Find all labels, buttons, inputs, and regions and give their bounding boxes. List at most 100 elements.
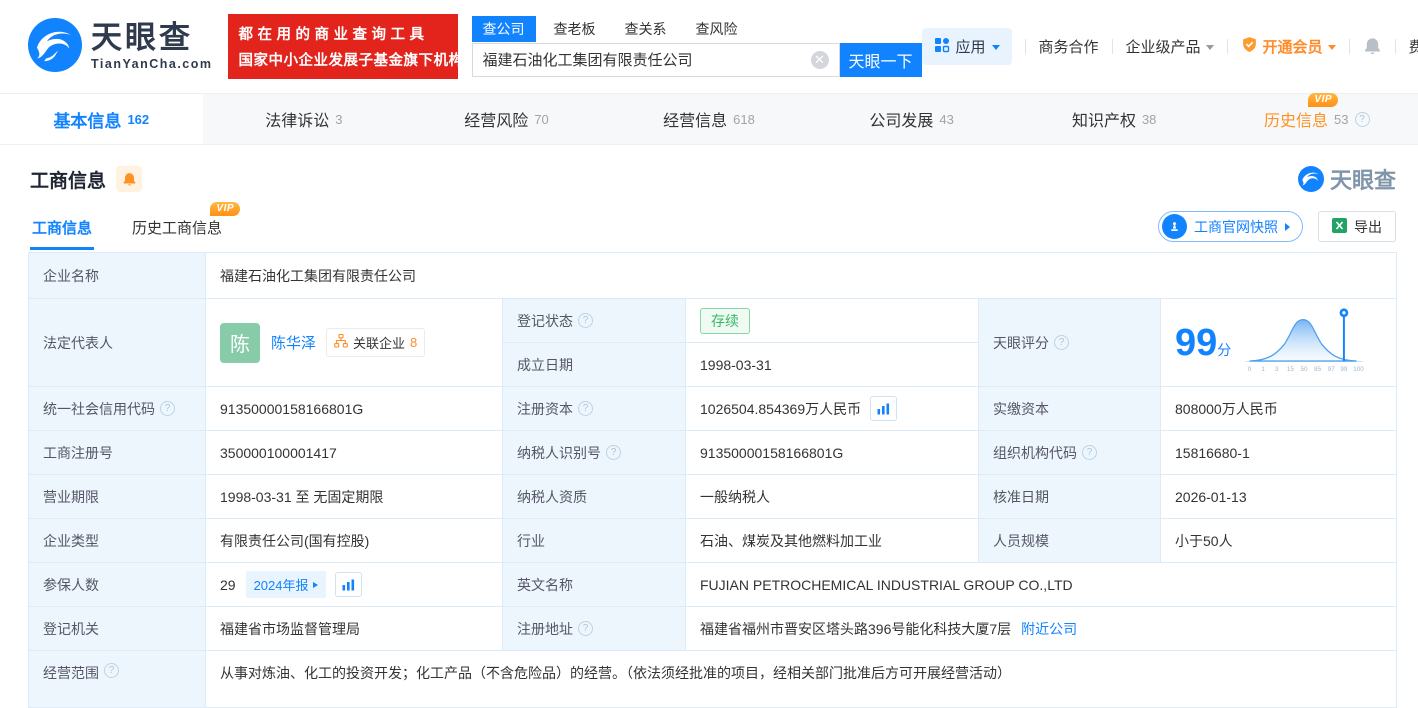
establish-date-value: 1998-03-31: [686, 343, 979, 387]
stamp-icon: [1162, 214, 1187, 239]
svg-text:3: 3: [1275, 366, 1279, 373]
establish-date-label: 成立日期: [503, 343, 686, 387]
notification-bell-icon[interactable]: [1363, 37, 1382, 56]
search-tabs: 查公司 查老板 查关系 查风险: [472, 17, 922, 42]
official-snapshot-button[interactable]: 工商官网快照: [1158, 211, 1303, 242]
reg-status-label: 登记状态?: [503, 299, 686, 343]
top-nav: 应用 商务合作 企业级产品 开通会员: [922, 28, 1418, 65]
industry-label: 行业: [503, 519, 686, 563]
uscc-value: 91350000158166801G: [206, 387, 503, 431]
svg-text:50: 50: [1301, 366, 1309, 373]
nav-open-vip[interactable]: 开通会员: [1241, 36, 1336, 57]
help-icon[interactable]: ?: [578, 313, 593, 328]
chevron-right-icon: [1285, 223, 1290, 231]
english-name-value: FUJIAN PETROCHEMICAL INDUSTRIAL GROUP CO…: [686, 563, 1396, 607]
reg-status-value: 存续: [686, 299, 979, 343]
nav-apps[interactable]: 应用: [922, 28, 1012, 65]
subtab-row: 工商信息 历史工商信息 VIP 工商官网快照 导出: [0, 211, 1418, 250]
help-icon[interactable]: ?: [606, 445, 621, 460]
subtab-business-info[interactable]: 工商信息: [30, 217, 94, 250]
section-title: 工商信息: [30, 166, 106, 193]
legal-rep-label: 法定代表人: [29, 299, 206, 387]
search-tab-relation[interactable]: 查关系: [614, 16, 678, 42]
chevron-right-icon: [313, 582, 318, 588]
main-tabbar: 基本信息 162 法律诉讼 3 经营风险 70 经营信息 618 公司发展 43…: [0, 93, 1418, 145]
nav-user-label: 费米: [1409, 36, 1418, 57]
help-icon[interactable]: ?: [578, 401, 593, 416]
tab-basic-info[interactable]: 基本信息 162: [0, 94, 203, 144]
company-name-label: 企业名称: [29, 253, 206, 299]
tianyancha-logo[interactable]: 天眼查 TianYanCha.com: [28, 18, 213, 75]
tax-quality-label: 纳税人资质: [503, 475, 686, 519]
business-info-table: 企业名称 福建石油化工集团有限责任公司 法定代表人 陈 陈华泽 关联企业 8 登…: [28, 252, 1397, 708]
search-button[interactable]: 天眼一下: [840, 43, 922, 77]
legal-rep-avatar[interactable]: 陈: [220, 323, 260, 363]
excel-icon: [1332, 218, 1347, 236]
slogan-banner: 都在用的商业查询工具 国家中小企业发展子基金旗下机构: [228, 14, 458, 79]
annual-report-badge[interactable]: 2024年报: [246, 571, 326, 598]
help-icon[interactable]: ?: [160, 401, 175, 416]
score-label: 天眼评分?: [979, 299, 1161, 387]
nav-vip-label: 开通会员: [1263, 36, 1323, 57]
uscc-label: 统一社会信用代码?: [29, 387, 206, 431]
help-icon[interactable]: ?: [578, 621, 593, 636]
org-chart-icon: [334, 334, 348, 351]
reg-address-value: 福建省福州市晋安区塔头路396号能化科技大厦7层 附近公司: [686, 607, 1396, 651]
score-number: 99: [1175, 322, 1217, 364]
monitor-bell-icon[interactable]: [116, 166, 142, 192]
export-button[interactable]: 导出: [1318, 211, 1396, 242]
tab-operation-info[interactable]: 经营信息 618: [608, 94, 811, 144]
tab-legal-lawsuits[interactable]: 法律诉讼 3: [203, 94, 406, 144]
slogan-line1: 都在用的商业查询工具: [239, 23, 447, 44]
tab-intellectual-property[interactable]: 知识产权 38: [1013, 94, 1216, 144]
search-input[interactable]: [473, 51, 839, 68]
slogan-line2: 国家中小企业发展子基金旗下机构: [239, 49, 447, 70]
subtab-history-business-info[interactable]: 历史工商信息 VIP: [130, 217, 224, 250]
search-tab-company[interactable]: 查公司: [472, 16, 536, 42]
insured-count-value: 29 2024年报: [206, 563, 503, 607]
section-head: 工商信息 天眼查: [0, 145, 1418, 195]
nearby-companies-link[interactable]: 附近公司: [1021, 619, 1077, 639]
help-icon[interactable]: ?: [1082, 445, 1097, 460]
business-scope-label: 经营范围?: [29, 651, 206, 707]
help-icon[interactable]: ?: [1355, 112, 1370, 127]
chevron-down-icon: [992, 45, 1000, 50]
tab-history-info[interactable]: 历史信息 VIP 53 ?: [1215, 94, 1418, 144]
svg-text:97: 97: [1328, 366, 1336, 373]
industry-value: 石油、煤炭及其他燃料加工业: [686, 519, 979, 563]
nav-enterprise[interactable]: 企业级产品: [1126, 36, 1214, 57]
nav-user[interactable]: 费米: [1409, 36, 1418, 57]
approval-date-label: 核准日期: [979, 475, 1161, 519]
search-tab-risk[interactable]: 查风险: [685, 16, 749, 42]
tab-company-development[interactable]: 公司发展 43: [810, 94, 1013, 144]
tax-quality-value: 一般纳税人: [686, 475, 979, 519]
reg-authority-value: 福建省市场监督管理局: [206, 607, 503, 651]
help-icon[interactable]: ?: [1054, 335, 1069, 350]
insured-chart-icon[interactable]: [335, 572, 362, 597]
reg-capital-value: 1026504.854369万人民币: [686, 387, 979, 431]
search-tab-boss[interactable]: 查老板: [543, 16, 607, 42]
help-icon[interactable]: ?: [104, 663, 119, 678]
logo-domain: TianYanCha.com: [91, 57, 213, 71]
clear-search-icon[interactable]: ✕: [811, 51, 829, 69]
staff-size-value: 小于50人: [1161, 519, 1396, 563]
score-distribution-chart: 0 1 3 15 50 85 97 99 100: [1241, 305, 1369, 380]
legal-rep-name-link[interactable]: 陈华泽: [271, 332, 316, 353]
company-type-value: 有限责任公司(国有控股): [206, 519, 503, 563]
tax-id-value: 91350000158166801G: [686, 431, 979, 475]
watermark-logo: 天眼查: [1298, 163, 1396, 195]
tab-operation-risk[interactable]: 经营风险 70: [405, 94, 608, 144]
svg-text:15: 15: [1287, 366, 1295, 373]
nav-cooperation[interactable]: 商务合作: [1039, 36, 1099, 57]
company-name-value: 福建石油化工集团有限责任公司: [206, 253, 1396, 299]
top-header: 天眼查 TianYanCha.com 都在用的商业查询工具 国家中小企业发展子基…: [0, 0, 1418, 93]
score-cell: 99分 0 1 3 15: [1161, 299, 1396, 387]
english-name-label: 英文名称: [503, 563, 686, 607]
reg-no-value: 350000100001417: [206, 431, 503, 475]
related-companies-badge[interactable]: 关联企业 8: [326, 328, 425, 357]
logo-brand-name: 天眼查: [91, 22, 213, 53]
business-term-value: 1998-03-31 至 无固定期限: [206, 475, 503, 519]
capital-chart-icon[interactable]: [870, 396, 897, 421]
approval-date-value: 2026-01-13: [1161, 475, 1396, 519]
status-badge: 存续: [700, 308, 750, 334]
